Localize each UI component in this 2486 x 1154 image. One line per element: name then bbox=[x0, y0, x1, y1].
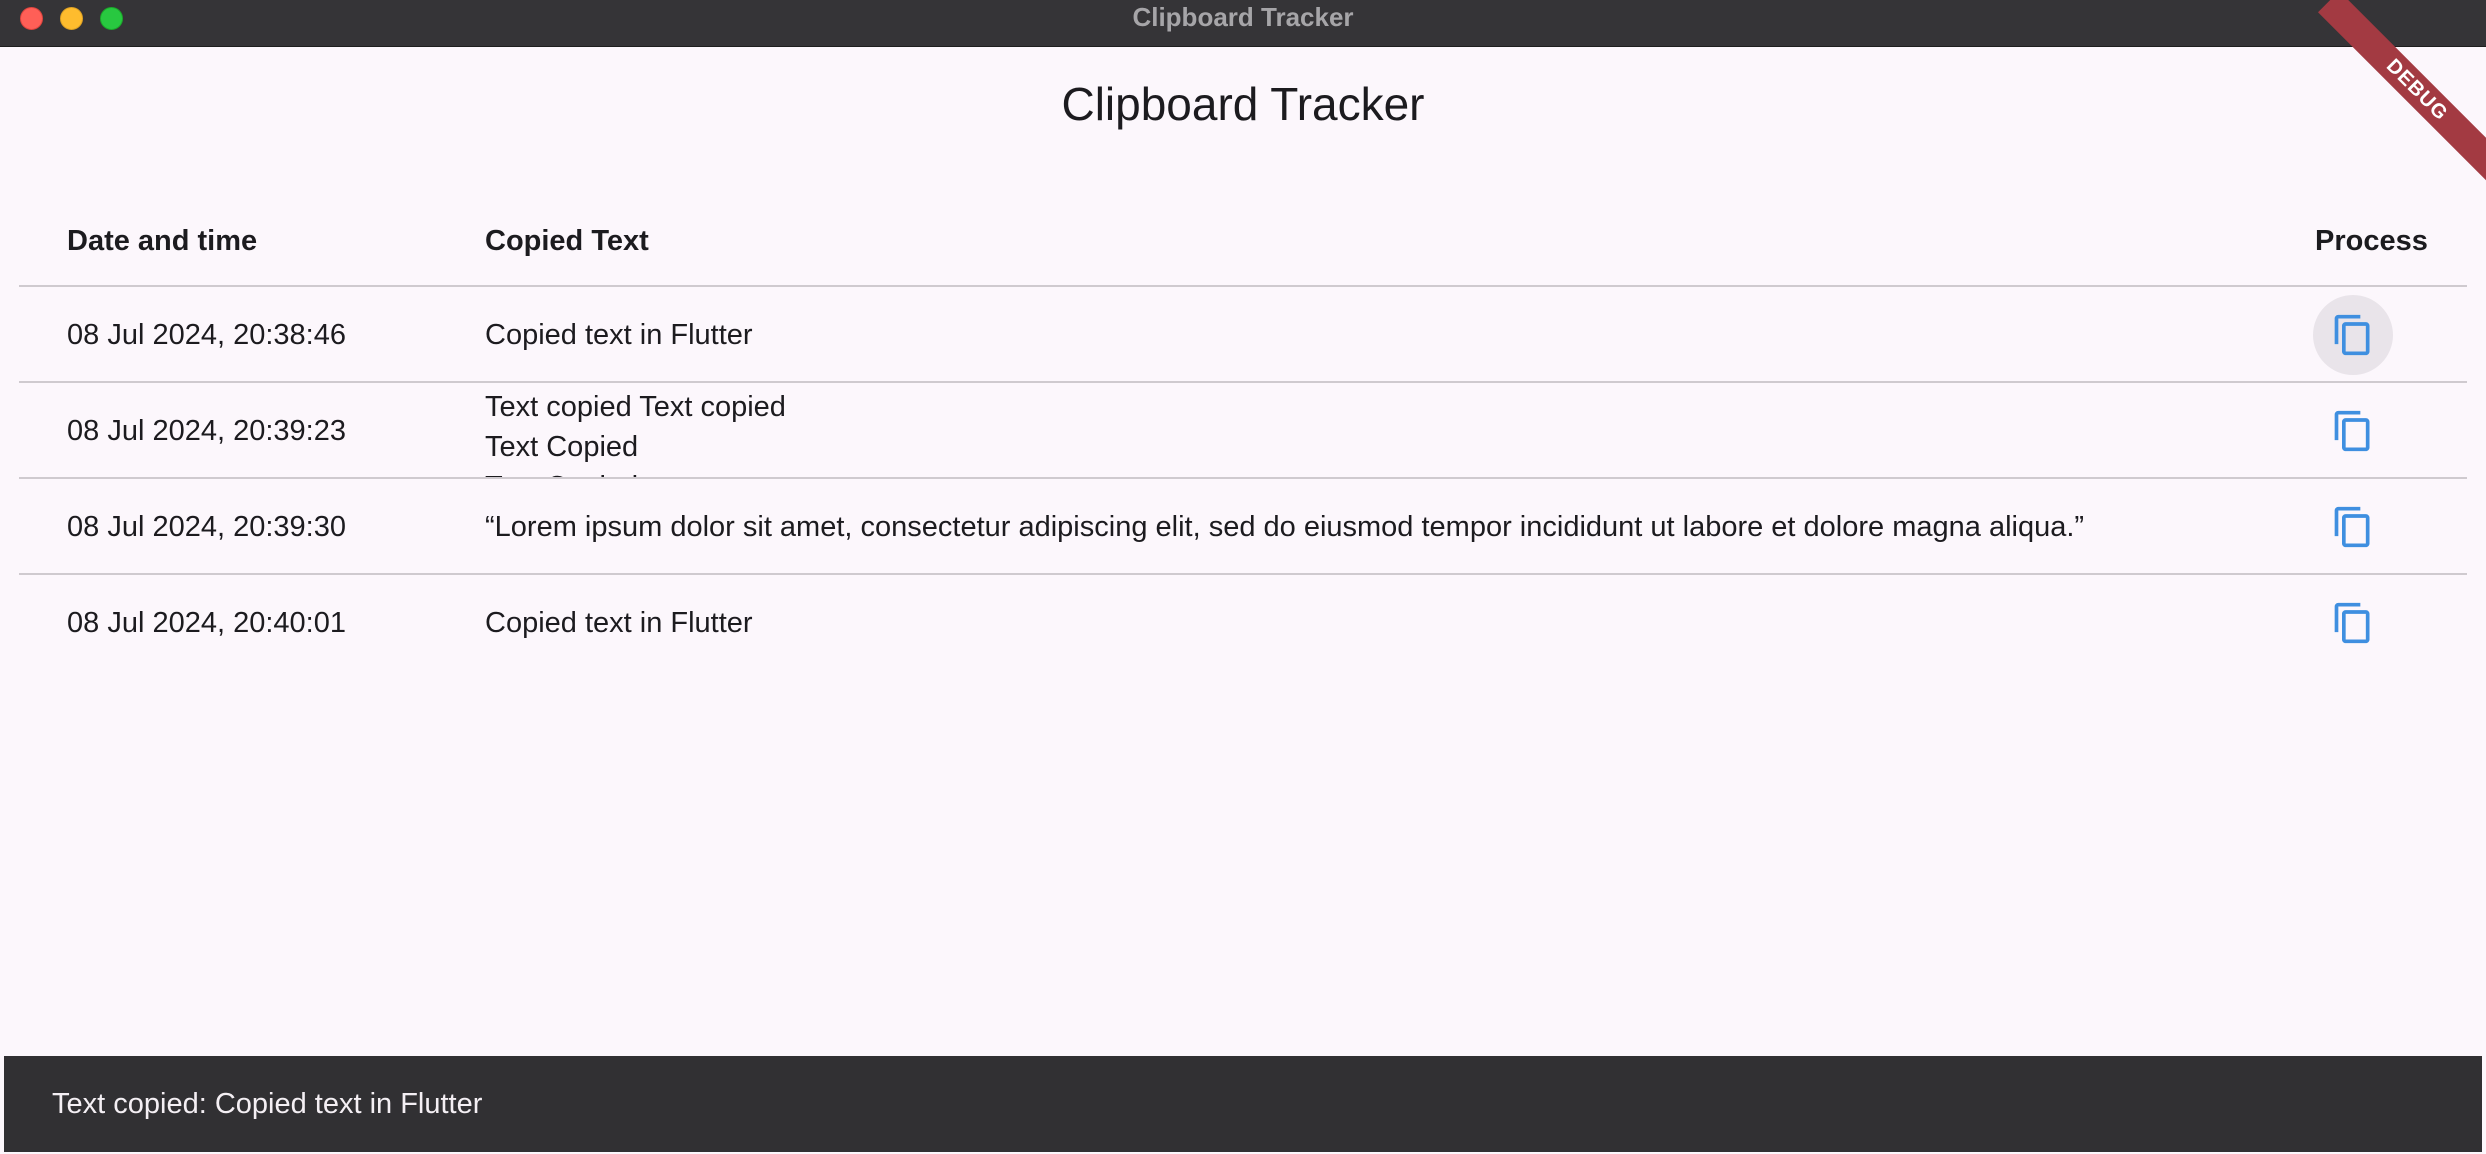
table-row: 08 Jul 2024, 20:39:23 Text copied Text c… bbox=[19, 383, 2467, 479]
copy-button[interactable] bbox=[2313, 295, 2393, 375]
row-copied-text: Copied text in Flutter bbox=[485, 319, 753, 351]
table-header: Date and time Copied Text Process bbox=[19, 197, 2467, 287]
copy-icon bbox=[2334, 410, 2370, 452]
row-date: 08 Jul 2024, 20:39:30 bbox=[67, 511, 346, 543]
copy-button[interactable] bbox=[2313, 583, 2393, 663]
clipboard-table: Date and time Copied Text Process 08 Jul… bbox=[19, 197, 2467, 671]
row-copied-text: “Lorem ipsum dolor sit amet, consectetur… bbox=[485, 511, 2085, 543]
page-title: Clipboard Tracker bbox=[1061, 78, 1425, 130]
header-date: Date and time bbox=[67, 225, 258, 257]
row-date: 08 Jul 2024, 20:39:23 bbox=[67, 415, 346, 447]
copy-icon bbox=[2334, 602, 2370, 644]
copy-icon bbox=[2334, 506, 2370, 548]
table-row: 08 Jul 2024, 20:39:30 “Lorem ipsum dolor… bbox=[19, 479, 2467, 575]
row-copied-text: Text copied Text copied Text Copied Text… bbox=[485, 391, 786, 477]
copy-icon bbox=[2334, 314, 2370, 356]
row-date: 08 Jul 2024, 20:40:01 bbox=[67, 607, 346, 639]
table-row: 08 Jul 2024, 20:40:01 Copied text in Flu… bbox=[19, 575, 2467, 671]
row-date: 08 Jul 2024, 20:38:46 bbox=[67, 319, 346, 351]
window-title: Clipboard Tracker bbox=[1132, 2, 1354, 32]
header-process: Process bbox=[2315, 225, 2428, 257]
copy-button[interactable] bbox=[2313, 391, 2393, 471]
title-bar: Clipboard Tracker bbox=[0, 0, 2486, 47]
header-copied-text: Copied Text bbox=[485, 225, 649, 257]
snackbar: Text copied: Copied text in Flutter bbox=[4, 1056, 2482, 1152]
app-window: Clipboard Tracker Clipboard Tracker DEBU… bbox=[0, 0, 2486, 1154]
row-copied-text: Copied text in Flutter bbox=[485, 607, 753, 639]
snackbar-message: Text copied: Copied text in Flutter bbox=[52, 1088, 483, 1120]
table-row: 08 Jul 2024, 20:38:46 Copied text in Flu… bbox=[19, 287, 2467, 383]
copy-button[interactable] bbox=[2313, 487, 2393, 567]
app-content: Clipboard Tracker DEBUG Date and time Co… bbox=[4, 0, 2486, 1056]
